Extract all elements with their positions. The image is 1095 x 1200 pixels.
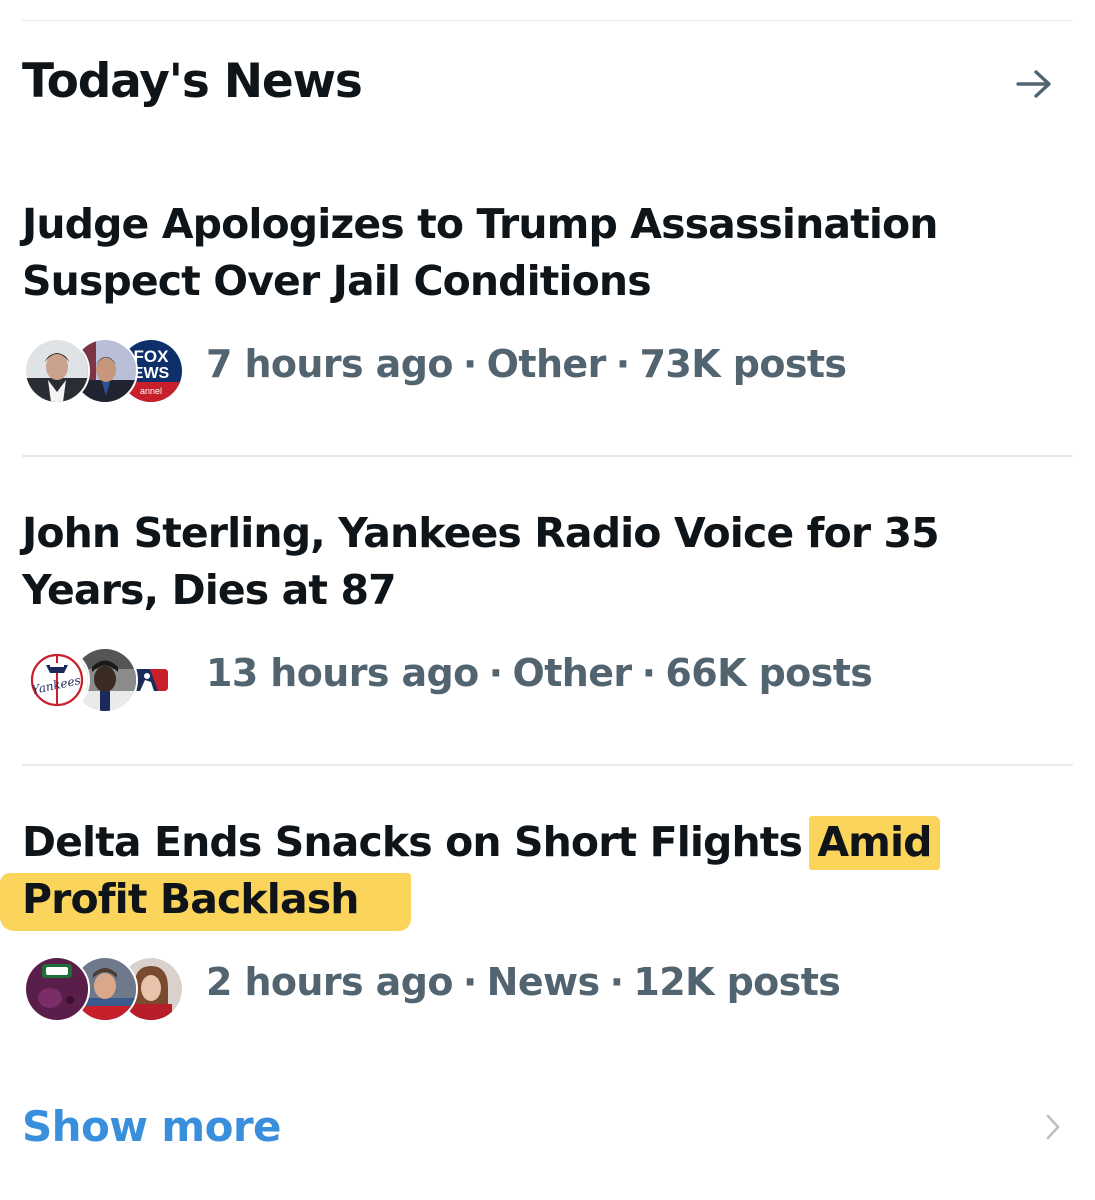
top-divider	[22, 20, 1073, 21]
news-meta: Yankees 13 hours ago · Other · 66K posts	[22, 645, 1074, 715]
avatar-stack	[24, 954, 186, 1024]
news-meta-text: 2 hours ago · News · 12K posts	[206, 960, 841, 1004]
news-time: 13 hours ago	[206, 651, 479, 695]
divider	[22, 455, 1073, 457]
arrow-right-icon[interactable]	[1012, 62, 1056, 106]
news-time: 7 hours ago	[206, 342, 453, 386]
separator-dot: ·	[609, 960, 624, 1004]
section-header[interactable]: Today's News	[22, 50, 1074, 120]
svg-text:FOX: FOX	[134, 347, 170, 366]
news-post-count: 12K posts	[633, 960, 841, 1004]
section-title: Today's News	[22, 54, 363, 109]
avatar-stack: FOX EWS annel	[24, 336, 186, 406]
news-category: Other	[486, 342, 607, 386]
separator-dot: ·	[641, 651, 656, 695]
news-meta-text: 7 hours ago · Other · 73K posts	[206, 342, 847, 386]
news-headline[interactable]: Delta Ends Snacks on Short Flights Amid P…	[0, 814, 1074, 931]
avatar	[24, 956, 90, 1022]
avatar	[24, 338, 90, 404]
separator-dot: ·	[488, 651, 503, 695]
news-category: Other	[512, 651, 633, 695]
chevron-right-icon[interactable]	[1044, 1112, 1062, 1146]
news-item-3[interactable]: Delta Ends Snacks on Short Flights Amid P…	[0, 814, 1074, 1024]
news-meta-text: 13 hours ago · Other · 66K posts	[206, 651, 873, 695]
show-more-link[interactable]: Show more	[22, 1102, 281, 1151]
todays-news-panel: Today's News Judge Apologizes to Trump A…	[0, 0, 1095, 1200]
news-item-1[interactable]: Judge Apologizes to Trump Assassination …	[22, 196, 1074, 406]
news-category: News	[486, 960, 601, 1004]
avatar-stack: Yankees	[24, 645, 186, 715]
separator-dot: ·	[462, 342, 477, 386]
news-meta: FOX EWS annel 7 hours ago · Other · 73K post…	[22, 336, 1074, 406]
highlighted-text: Amid	[809, 816, 940, 870]
divider	[22, 764, 1073, 766]
news-headline[interactable]: Judge Apologizes to Trump Assassination …	[22, 196, 1074, 310]
separator-dot: ·	[615, 342, 630, 386]
news-time: 2 hours ago	[206, 960, 453, 1004]
separator-dot: ·	[462, 960, 477, 1004]
svg-text:EWS: EWS	[133, 365, 170, 382]
headline-text: Delta Ends Snacks on Short Flights	[22, 818, 803, 866]
yankees-logo-avatar: Yankees	[24, 647, 90, 713]
highlighted-text: Profit Backlash	[0, 873, 411, 931]
news-meta: 2 hours ago · News · 12K posts	[22, 954, 1074, 1024]
news-post-count: 66K posts	[665, 651, 873, 695]
news-headline[interactable]: John Sterling, Yankees Radio Voice for 3…	[22, 505, 1074, 619]
show-more-row[interactable]: Show more	[22, 1100, 1074, 1160]
news-item-2[interactable]: John Sterling, Yankees Radio Voice for 3…	[22, 505, 1074, 715]
svg-text:annel: annel	[140, 386, 162, 396]
news-post-count: 73K posts	[639, 342, 847, 386]
